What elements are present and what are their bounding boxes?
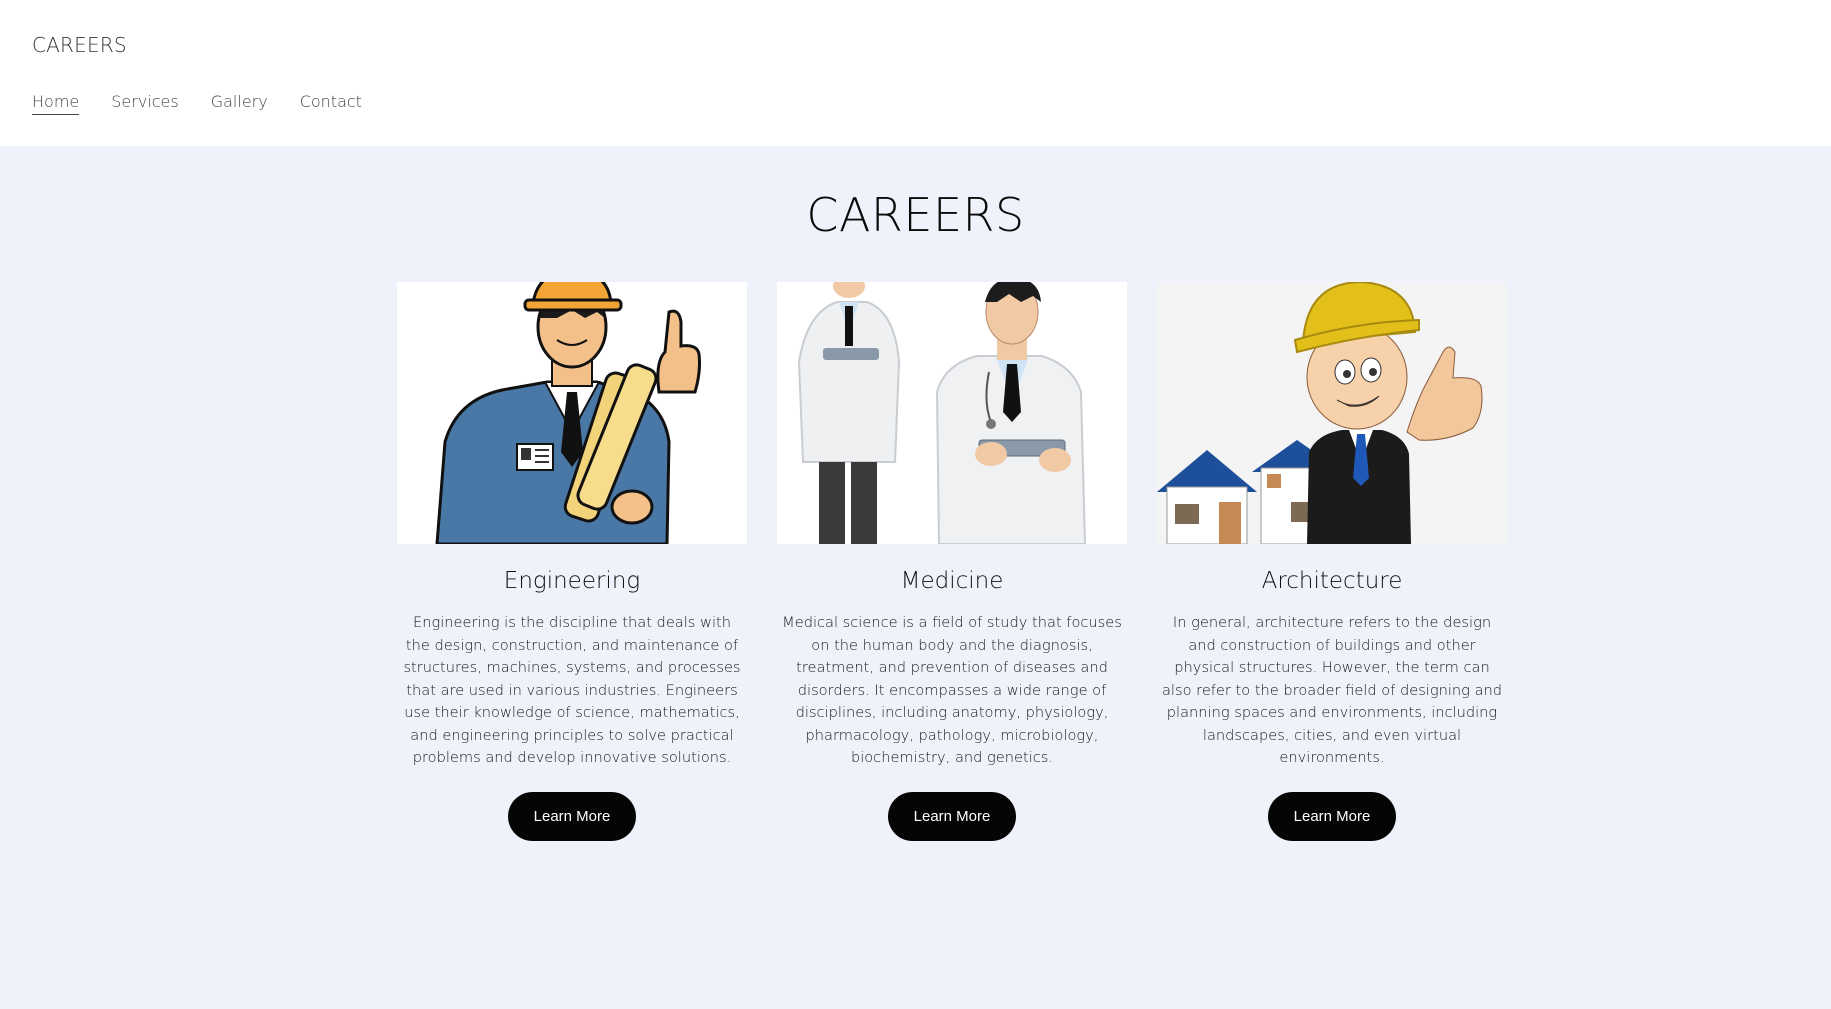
card-title: Engineering	[503, 568, 641, 594]
card-description: Engineering is the discipline that deals…	[403, 614, 741, 766]
main-nav: Home Services Gallery Contact	[32, 92, 394, 115]
site-header: CAREERS Home Services Gallery Contact	[0, 0, 1831, 146]
card-description: Medical science is a field of study that…	[782, 614, 1122, 766]
site-title[interactable]: CAREERS	[32, 33, 127, 57]
nav-home[interactable]: Home	[32, 92, 80, 115]
career-card-engineering: Engineering Engineering is the disciplin…	[397, 282, 747, 841]
career-card-medicine: Medicine Medical science is a field of s…	[777, 282, 1127, 841]
learn-more-button-medicine[interactable]: Learn More	[888, 792, 1016, 841]
page-title: CAREERS	[806, 188, 1025, 242]
learn-more-button-engineering[interactable]: Learn More	[508, 792, 636, 841]
card-description: In general, architecture refers to the d…	[1161, 614, 1503, 766]
main-content: CAREERS Engineering Engineering is the d…	[0, 146, 1831, 1009]
engineer-illustration	[397, 282, 747, 544]
nav-gallery[interactable]: Gallery	[211, 92, 268, 115]
card-title: Architecture	[1261, 568, 1403, 594]
doctors-illustration	[777, 282, 1127, 544]
architect-illustration	[1157, 282, 1507, 544]
nav-contact[interactable]: Contact	[300, 92, 362, 115]
career-card-architecture: Architecture In general, architecture re…	[1157, 282, 1507, 841]
nav-services[interactable]: Services	[111, 92, 178, 115]
card-title: Medicine	[900, 568, 1004, 594]
learn-more-button-architecture[interactable]: Learn More	[1268, 792, 1396, 841]
